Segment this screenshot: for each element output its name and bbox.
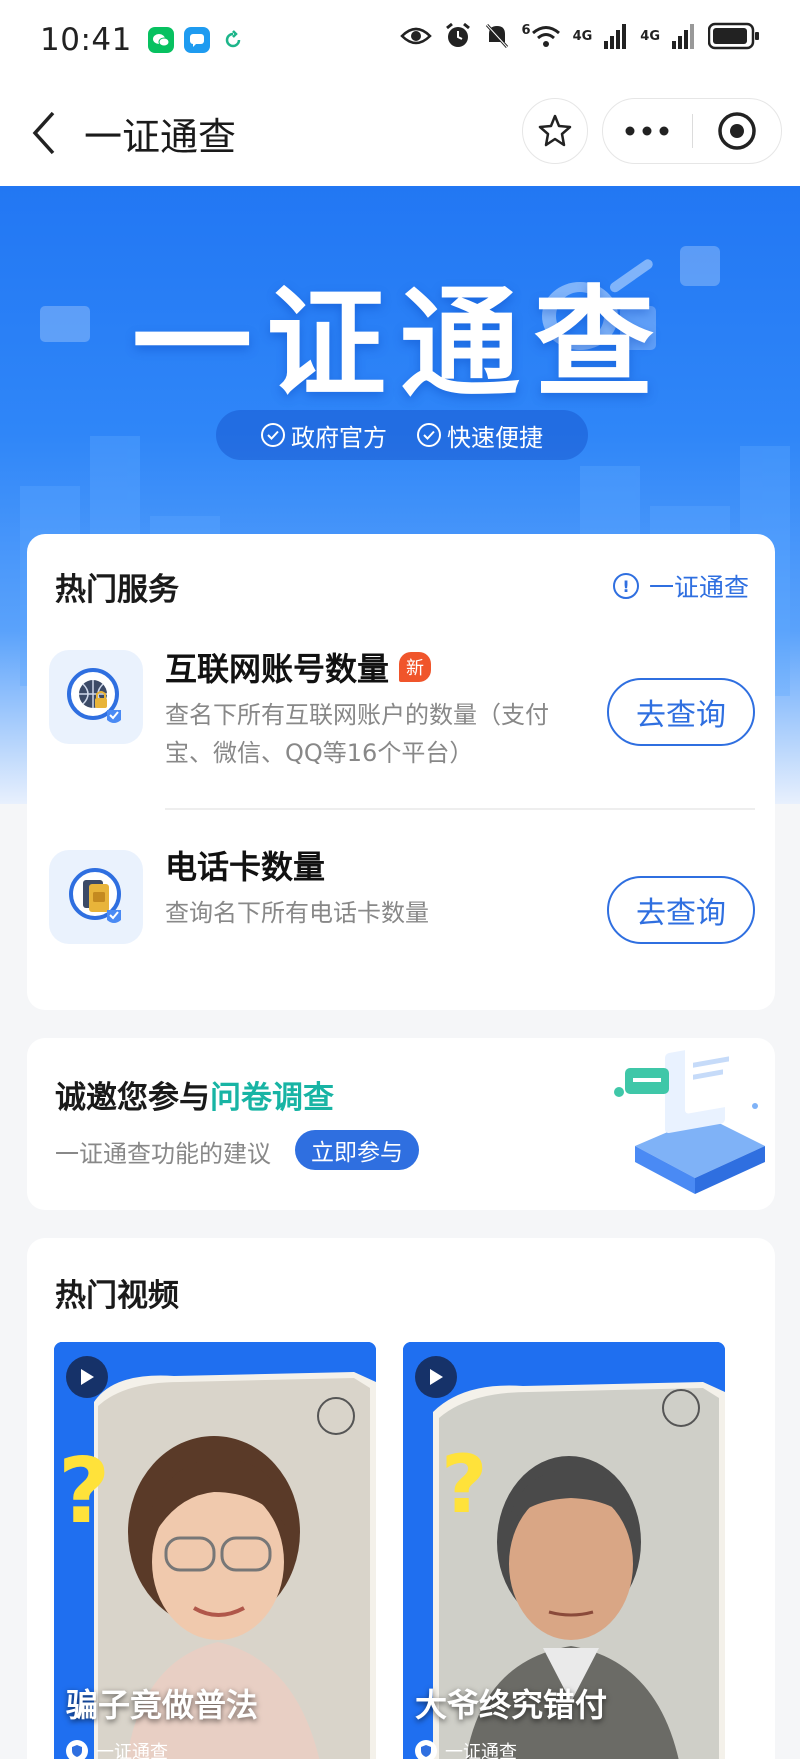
wechat-icon <box>147 27 174 53</box>
status-icons: 6 4G 4G <box>399 22 760 50</box>
svg-text:?: ? <box>58 1439 110 1544</box>
alarm-icon <box>445 22 470 47</box>
mute-bell-icon <box>485 23 508 49</box>
signal-bars-2-icon <box>672 24 694 49</box>
service-item-phone-cards[interactable]: 电话卡数量 查询名下所有电话卡数量 去查询 <box>27 834 775 994</box>
video-card[interactable]: ? 骗子竟做普法 一证通查 <box>54 1342 376 1759</box>
play-icon <box>430 1369 443 1385</box>
section-title: 热门视频 <box>55 1278 179 1314</box>
svg-text:?: ? <box>441 1438 487 1531</box>
survey-illustration <box>614 1046 765 1194</box>
section-title: 热门服务 <box>55 572 179 608</box>
close-miniapp-button[interactable] <box>693 98 782 164</box>
signal-2-label: 4G <box>640 28 660 44</box>
hot-videos-card: 热门视频 ? 骗子竟做普法 一证通查 ? 大爷终究错付 一证通查 <box>27 1238 775 1759</box>
more-button[interactable] <box>603 98 692 164</box>
video-source: 一证通查 <box>66 1738 168 1759</box>
about-link-label: 一证通查 <box>648 573 749 602</box>
back-button[interactable] <box>24 108 64 158</box>
banner-tag-label: 快速便捷 <box>447 423 543 452</box>
shield-icon <box>415 1740 437 1759</box>
eye-icon <box>399 27 432 45</box>
survey-title: 诚邀您参与问卷调查 <box>55 1072 334 1117</box>
play-button[interactable] <box>415 1356 457 1398</box>
status-time: 10:41 <box>40 22 132 58</box>
about-link[interactable]: ! 一证通查 <box>612 568 749 604</box>
play-icon <box>81 1369 94 1385</box>
survey-title-prefix: 诚邀您参与 <box>55 1080 210 1116</box>
play-button[interactable] <box>66 1356 108 1398</box>
survey-subtitle: 一证通查功能的建议 <box>55 1140 271 1168</box>
check-circle-icon <box>261 423 285 447</box>
banner-tag-label: 政府官方 <box>291 423 387 452</box>
survey-card[interactable]: 诚邀您参与问卷调查 一证通查功能的建议 立即参与 <box>27 1038 775 1210</box>
info-icon: ! <box>612 573 639 599</box>
wifi-6-label: 6 <box>521 23 531 38</box>
hot-services-card: 热门服务 ! 一证通查 互联网账号数量新 查名下所有互联网账户的数量（支付宝、微… <box>27 534 775 1010</box>
nav-bar: 一证通查 <box>0 80 800 186</box>
signal-bars-1-icon <box>604 24 627 49</box>
banner-tags: 政府官方 快速便捷 <box>216 410 588 460</box>
target-close-icon <box>718 112 756 150</box>
banner-tag-fast: 快速便捷 <box>417 418 543 453</box>
message-app-icon <box>183 27 210 53</box>
query-button[interactable]: 去查询 <box>607 678 755 746</box>
video-source-label: 一证通查 <box>445 1742 517 1759</box>
video-source-label: 一证通查 <box>96 1742 168 1759</box>
star-icon <box>538 114 572 147</box>
video-card[interactable]: ? 大爷终究错付 一证通查 <box>403 1342 725 1759</box>
globe-lock-icon <box>49 650 143 744</box>
service-description: 查名下所有互联网账户的数量（支付宝、微信、QQ等16个平台） <box>165 701 549 767</box>
service-description: 查询名下所有电话卡数量 <box>165 899 429 927</box>
favorite-button[interactable] <box>522 98 588 164</box>
query-button[interactable]: 去查询 <box>607 876 755 944</box>
join-survey-button[interactable]: 立即参与 <box>295 1130 419 1170</box>
banner-title: 一证通查 <box>132 275 668 414</box>
wifi-icon <box>531 26 560 47</box>
video-caption: 骗子竟做普法 <box>66 1686 259 1724</box>
status-bar: 10:41 6 4G 4G <box>0 0 800 80</box>
page-title: 一证通查 <box>84 115 237 159</box>
new-badge: 新 <box>399 652 432 682</box>
sim-card-icon <box>49 850 143 944</box>
signal-1-label: 4G <box>572 28 593 44</box>
more-dots-icon <box>625 126 669 136</box>
service-name-text: 互联网账号数量 <box>165 650 390 688</box>
shield-icon <box>66 1740 88 1759</box>
banner-tag-official: 政府官方 <box>261 418 387 453</box>
chevron-left-icon <box>32 111 55 155</box>
divider <box>165 808 755 810</box>
check-circle-icon <box>417 423 441 447</box>
service-item-internet-accounts[interactable]: 互联网账号数量新 查名下所有互联网账户的数量（支付宝、微信、QQ等16个平台） … <box>27 634 775 814</box>
video-source: 一证通查 <box>415 1738 517 1759</box>
sync-icon <box>220 27 246 53</box>
miniapp-capsule <box>602 98 782 164</box>
survey-title-highlight: 问卷调查 <box>210 1080 334 1116</box>
service-name: 互联网账号数量新 <box>165 644 432 690</box>
video-caption: 大爷终究错付 <box>415 1686 608 1724</box>
battery-icon <box>708 22 759 50</box>
service-name: 电话卡数量 <box>165 848 326 886</box>
